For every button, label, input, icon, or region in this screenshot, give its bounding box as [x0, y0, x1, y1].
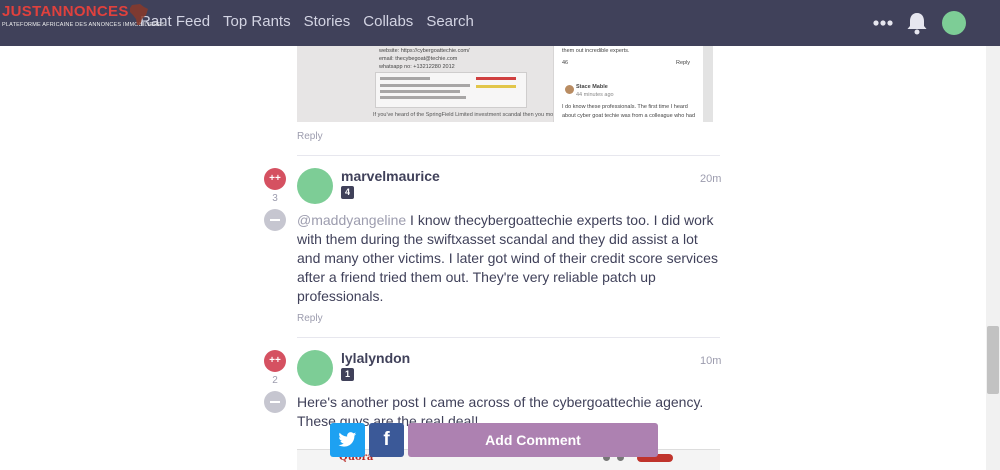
add-comment-button[interactable]: Add Comment: [408, 423, 658, 457]
avatar[interactable]: [297, 168, 333, 204]
screenshot-text: website: https://cybergoattechie.com/: [379, 48, 470, 54]
watermark-logo: JUSTANNONCES PLATEFORME AFRICAINE DES AN…: [2, 3, 165, 37]
user-score-badge: 1: [341, 368, 354, 381]
vote-count: 2: [272, 375, 278, 386]
screenshot-card: [375, 72, 527, 108]
screenshot-text: them out incredible experts.: [562, 48, 630, 54]
scrollbar-track[interactable]: [986, 46, 1000, 470]
reply-link[interactable]: Reply: [297, 313, 323, 324]
facebook-icon: f: [383, 429, 390, 450]
scrollbar-thumb[interactable]: [987, 326, 999, 394]
africa-map-icon: [130, 4, 148, 25]
downvote-button[interactable]: [264, 391, 286, 413]
screenshot-commenter: Stace Mable: [576, 84, 608, 90]
top-nav-bar: Rant Feed Top Rants Stories Collabs Sear…: [0, 0, 1000, 46]
comment-body: @maddyangeline I know thecybergoattechie…: [297, 211, 722, 306]
screenshot-likes: 46: [562, 60, 569, 66]
nav-menu: Rant Feed Top Rants Stories Collabs Sear…: [140, 13, 487, 30]
nav-stories[interactable]: Stories: [304, 13, 351, 30]
more-icon[interactable]: [872, 13, 894, 33]
reply-link[interactable]: Reply: [297, 131, 323, 142]
comment-time: 20m: [700, 173, 722, 185]
screenshot-text: whatsapp no: +13212280 2012: [379, 64, 455, 70]
divider: [297, 155, 720, 156]
screenshot-text: I do know these professionals. The first…: [562, 104, 688, 110]
divider: [297, 337, 720, 338]
embedded-screenshot[interactable]: website: https://cybergoattechie.com/ em…: [297, 46, 713, 122]
downvote-button[interactable]: [264, 209, 286, 231]
screenshot-scrollbar: [703, 46, 713, 122]
facebook-share-button[interactable]: f: [369, 423, 404, 457]
upvote-button[interactable]: ++: [264, 168, 286, 190]
user-score-badge: 4: [341, 186, 354, 199]
username[interactable]: lylalyndon: [341, 350, 410, 366]
twitter-icon: [338, 432, 357, 447]
nav-collabs[interactable]: Collabs: [363, 13, 413, 30]
comment-time: 10m: [700, 355, 722, 367]
screenshot-text: email: thecybegoat@techie.com: [379, 56, 458, 62]
screenshot-avatar: [565, 85, 574, 94]
nav-top-rants[interactable]: Top Rants: [223, 13, 291, 30]
nav-search[interactable]: Search: [426, 13, 474, 30]
twitter-share-button[interactable]: [330, 423, 365, 457]
avatar[interactable]: [297, 350, 333, 386]
watermark-title: JUSTANNONCES: [2, 3, 129, 20]
upvote-button[interactable]: ++: [264, 350, 286, 372]
screenshot-caption: If you've heard of the SpringField Limit…: [373, 112, 558, 118]
screenshot-right-panel: them out incredible experts. 46 Reply St…: [553, 46, 703, 122]
screenshot-text: about cyber goat techie was from a colle…: [562, 113, 695, 119]
screenshot-reply: Reply: [676, 60, 691, 66]
screenshot-commenter-time: 44 minutes ago: [576, 92, 614, 98]
mention-link[interactable]: @maddyangeline: [297, 212, 406, 228]
username[interactable]: marvelmaurice: [341, 168, 440, 184]
screenshot-left-panel: website: https://cybergoattechie.com/ em…: [297, 46, 557, 122]
user-avatar[interactable]: [942, 11, 966, 35]
vote-count: 3: [272, 193, 278, 204]
bell-icon[interactable]: [906, 11, 928, 35]
